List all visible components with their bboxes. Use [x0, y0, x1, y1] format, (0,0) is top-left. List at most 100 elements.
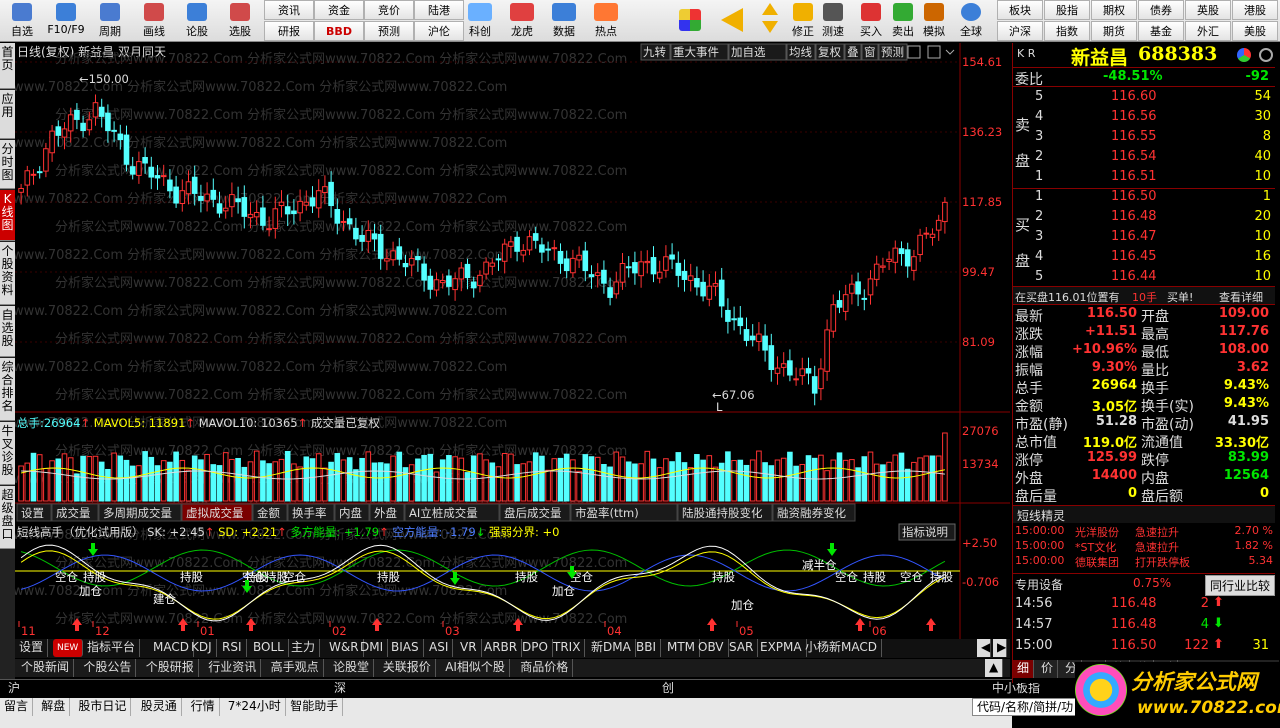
- news-tab-6[interactable]: 关联报价: [379, 659, 436, 677]
- left-tab-6[interactable]: 综合排名: [0, 358, 15, 421]
- left-tab-3[interactable]: K线图: [0, 190, 15, 241]
- nav-button-3[interactable]: 卖出: [887, 0, 919, 42]
- indicator-bottom-tab-4[interactable]: KDJ: [187, 639, 217, 657]
- news-tab-1[interactable]: 个股公告: [79, 659, 137, 677]
- indicator-bottom-tab-15[interactable]: TRIX: [549, 639, 586, 657]
- index-label-2[interactable]: 创: [658, 680, 678, 698]
- app-button-0[interactable]: 科创: [460, 0, 500, 42]
- toolbar-grid-bottom-1[interactable]: BBD: [314, 21, 364, 41]
- indicator-bottom-tab-9[interactable]: DMI: [356, 639, 389, 657]
- toolbar-grid-bottom-0[interactable]: 研报: [264, 21, 314, 41]
- toolbar-grid-top-2[interactable]: 竞价: [364, 0, 414, 20]
- indicator-bottom-tab-22[interactable]: 小杨新MACD: [801, 639, 882, 657]
- toolbar-button-1[interactable]: F10/F9: [44, 0, 88, 42]
- toolbar-button-3[interactable]: 画线: [134, 0, 174, 42]
- status-item-5[interactable]: 7*24小时: [224, 698, 286, 716]
- news-tab-2[interactable]: 个股研报: [142, 659, 199, 677]
- status-item-3[interactable]: 股灵通: [137, 698, 182, 716]
- right-grid-bottom-0[interactable]: 指数: [1044, 21, 1090, 41]
- indicator-bottom-tab-7[interactable]: 主力: [287, 639, 321, 657]
- toolbar-grid-top-3[interactable]: 陆港: [414, 0, 464, 20]
- sell-level-row[interactable]: 2 116.54 40: [1013, 149, 1275, 167]
- right-grid-bottom-2[interactable]: 基金: [1138, 21, 1184, 41]
- chart-area[interactable]: 日线(复权) 新益昌 双月同天 九转 重大事件 加自选 均线 复权叠窗预测 分析家公式网ww…: [0, 43, 1010, 639]
- back-button[interactable]: [717, 0, 747, 42]
- buy-level-row[interactable]: 4 116.45 16: [1013, 249, 1275, 267]
- right-grid-top-3[interactable]: 债券: [1138, 0, 1184, 20]
- order-detail-link[interactable]: 查看详细: [1219, 289, 1263, 305]
- status-item-6[interactable]: 智能助手: [286, 698, 344, 716]
- news-tab-8[interactable]: 商品价格: [516, 659, 574, 677]
- sell-level-row[interactable]: 1 116.51 10: [1013, 169, 1275, 187]
- right-grid-bottom-3[interactable]: 外汇: [1185, 21, 1231, 41]
- right-grid-bottom-1[interactable]: 期货: [1091, 21, 1137, 41]
- app-button-3[interactable]: 热点: [586, 0, 626, 42]
- toolbar-button-5[interactable]: 选股: [220, 0, 260, 42]
- news-tab-3[interactable]: 行业资讯: [204, 659, 262, 677]
- color-grid-button[interactable]: [675, 0, 705, 42]
- search-input[interactable]: 代码/名称/简拼/功: [972, 698, 1079, 716]
- indicator-bottom-tab-16[interactable]: 新DMA: [587, 639, 636, 657]
- status-item-0[interactable]: 留言: [0, 698, 34, 716]
- index-label-1[interactable]: 深: [330, 680, 350, 698]
- buy-level-row[interactable]: 2 116.48 20: [1013, 209, 1275, 227]
- sell-level-row[interactable]: 4 116.56 30: [1013, 109, 1275, 127]
- scroll-right-icon[interactable]: ▶: [993, 639, 1007, 657]
- app-button-1[interactable]: 龙虎: [502, 0, 542, 42]
- right-grid-bottom-4[interactable]: 美股: [1232, 21, 1278, 41]
- buy-level-row[interactable]: 3 116.47 10: [1013, 229, 1275, 247]
- left-tab-1[interactable]: 应用: [0, 90, 15, 139]
- left-tab-5[interactable]: 自选股: [0, 306, 15, 357]
- right-grid-top-0[interactable]: 板块: [997, 0, 1043, 20]
- left-tab-4[interactable]: 个股资料: [0, 242, 15, 305]
- right-grid-top-2[interactable]: 期权: [1091, 0, 1137, 20]
- industry-compare-button[interactable]: 同行业比较: [1205, 575, 1275, 596]
- status-item-4[interactable]: 行情: [187, 698, 220, 716]
- toolbar-grid-bottom-3[interactable]: 沪伦: [414, 21, 464, 41]
- status-item-1[interactable]: 解盘: [37, 698, 71, 716]
- news-tab-4[interactable]: 高手观点: [267, 659, 324, 677]
- indicator-bottom-tab-13[interactable]: ARBR: [480, 639, 523, 657]
- left-tab-7[interactable]: 牛叉诊股: [0, 422, 15, 485]
- status-item-2[interactable]: 股市日记: [74, 698, 132, 716]
- indicator-bottom-tab-2[interactable]: 指标平台: [83, 639, 141, 657]
- pie-icon[interactable]: [1237, 48, 1251, 62]
- indicator-bottom-tab-19[interactable]: OBV: [694, 639, 729, 657]
- nav-button-0[interactable]: 修正: [787, 0, 819, 42]
- scroll-left-icon[interactable]: ◀: [977, 639, 991, 657]
- toolbar-grid-top-0[interactable]: 资讯: [264, 0, 314, 20]
- right-grid-bottom-first[interactable]: 沪深: [997, 21, 1043, 41]
- kline-chart[interactable]: 日线(复权) 新益昌 双月同天 九转 重大事件 加自选 均线 复权叠窗预测分析家公式网ww…: [0, 43, 1010, 639]
- indicator-bottom-tab-20[interactable]: SAR: [725, 639, 759, 657]
- right-grid-top-1[interactable]: 股指: [1044, 0, 1090, 20]
- circle-menu-icon[interactable]: [1259, 48, 1273, 62]
- right-grid-top-5[interactable]: 港股: [1232, 0, 1278, 20]
- up-down-button[interactable]: [757, 0, 783, 42]
- nav-button-1[interactable]: 测速: [817, 0, 849, 42]
- toolbar-button-4[interactable]: 论股: [176, 0, 218, 42]
- sell-level-row[interactable]: 5 116.60 54: [1013, 89, 1275, 107]
- news-tab-7[interactable]: AI相似个股: [441, 659, 510, 677]
- indicator-bottom-tab-11[interactable]: ASI: [425, 639, 454, 657]
- buy-level-row[interactable]: 5 116.44 10: [1013, 269, 1275, 287]
- indicator-bottom-tab-10[interactable]: BIAS: [387, 639, 424, 657]
- indicator-bottom-tab-14[interactable]: DPO: [518, 639, 553, 657]
- nav-button-5[interactable]: 全球: [955, 0, 987, 42]
- news-tab-5[interactable]: 论股堂: [329, 659, 375, 677]
- elves-row[interactable]: 15:00:00 德联集团 打开跌停板 5.34: [1013, 554, 1275, 572]
- nav-button-4[interactable]: 模拟: [918, 0, 950, 42]
- toolbar-grid-top-1[interactable]: 资金: [314, 0, 364, 20]
- indicator-bottom-tab-0[interactable]: 设置: [15, 639, 49, 657]
- nav-button-2[interactable]: 买入: [855, 0, 887, 42]
- index-label-0[interactable]: 沪: [4, 680, 24, 698]
- indicator-bottom-tab-1[interactable]: NEW: [53, 639, 84, 657]
- indicator-bottom-tab-5[interactable]: RSI: [218, 639, 247, 657]
- app-button-2[interactable]: 数据: [544, 0, 584, 42]
- toolbar-button-0[interactable]: 自选: [2, 0, 42, 42]
- left-tab-0[interactable]: 首页: [0, 43, 15, 89]
- toolbar-grid-bottom-2[interactable]: 预测: [364, 21, 414, 41]
- buy-level-row[interactable]: 1 116.50 1: [1013, 189, 1275, 207]
- quote-tab-0[interactable]: 细: [1013, 660, 1035, 678]
- collapse-up-icon[interactable]: ▲: [985, 659, 1004, 677]
- quote-tab-1[interactable]: 价: [1037, 660, 1059, 678]
